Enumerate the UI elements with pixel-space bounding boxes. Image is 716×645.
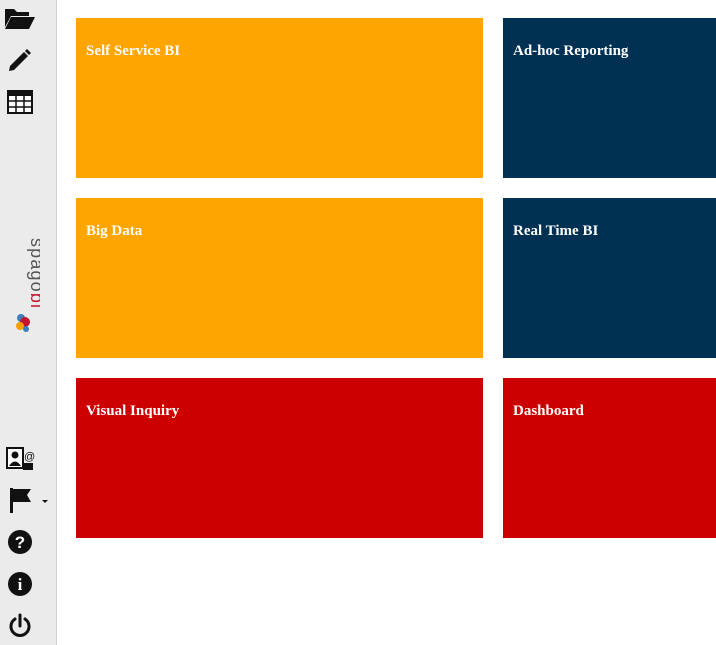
table-icon[interactable] bbox=[4, 87, 36, 117]
flag-dropdown-caret-icon[interactable] bbox=[42, 500, 48, 503]
tile-dashboard[interactable]: Dashboard bbox=[503, 378, 716, 538]
spagobi-logo: spagobi bbox=[10, 238, 47, 338]
help-icon[interactable]: ? bbox=[4, 527, 36, 557]
tile-label: Dashboard bbox=[513, 403, 584, 419]
sidebar: spagobi @ ? i bbox=[0, 0, 57, 645]
tile-real-time-bi[interactable]: Real Time BI bbox=[503, 198, 716, 358]
svg-text:@: @ bbox=[24, 451, 35, 463]
folder-open-icon[interactable] bbox=[4, 3, 36, 33]
flag-icon[interactable] bbox=[4, 485, 36, 515]
svg-text:i: i bbox=[18, 575, 23, 594]
tile-big-data[interactable]: Big Data bbox=[76, 198, 483, 358]
tile-label: Real Time BI bbox=[513, 223, 599, 239]
tile-label: Self Service BI bbox=[86, 43, 181, 59]
tile-ad-hoc-reporting[interactable]: Ad-hoc Reporting bbox=[503, 18, 716, 178]
tile-label: Big Data bbox=[86, 223, 143, 239]
tile-self-service-bi[interactable]: Self Service BI bbox=[76, 18, 483, 178]
tile-visual-inquiry[interactable]: Visual Inquiry bbox=[76, 378, 483, 538]
contact-card-icon[interactable]: @ bbox=[4, 444, 36, 474]
svg-text:spagobi: spagobi bbox=[27, 238, 40, 308]
tile-label: Visual Inquiry bbox=[86, 403, 180, 419]
svg-text:?: ? bbox=[15, 533, 25, 552]
pencil-icon[interactable] bbox=[4, 45, 36, 75]
info-icon[interactable]: i bbox=[4, 569, 36, 599]
tile-label: Ad-hoc Reporting bbox=[513, 43, 629, 59]
power-icon[interactable] bbox=[4, 611, 36, 641]
